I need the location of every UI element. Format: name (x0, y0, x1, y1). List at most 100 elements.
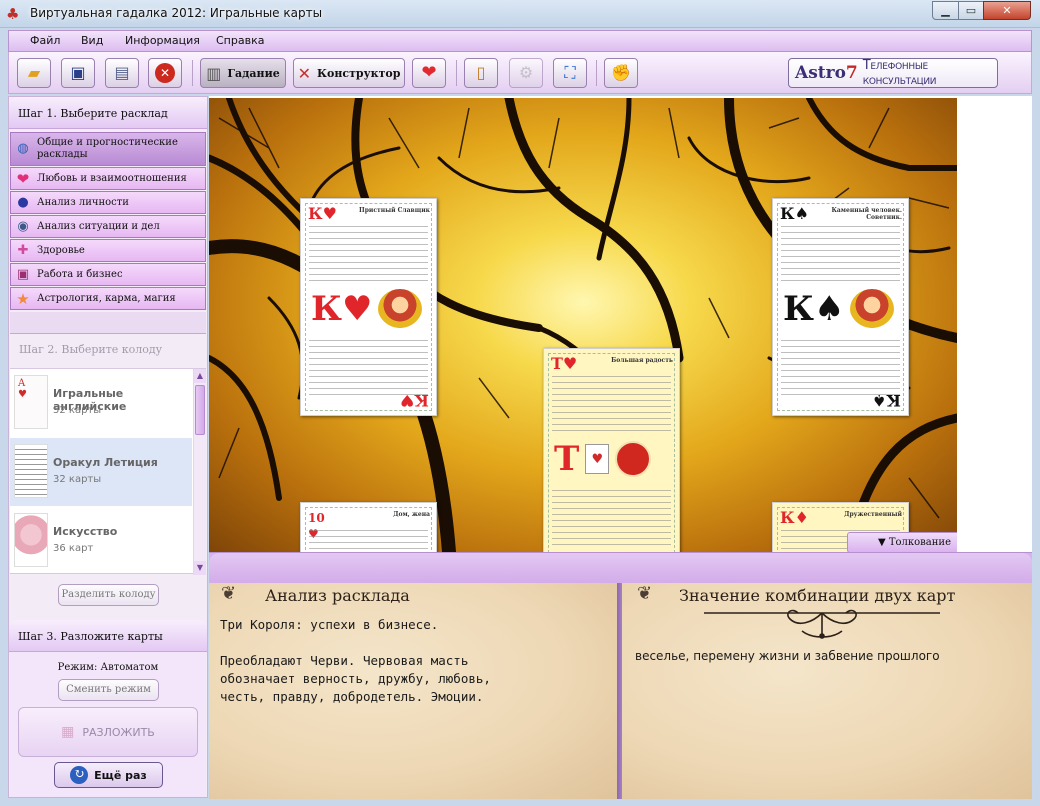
toolbar-separator (596, 60, 597, 86)
thumbs-up-icon: ✊ (611, 63, 631, 82)
layout-category-health[interactable]: ✚ Здоровье (10, 239, 206, 262)
left-panel: Шаг 1. Выберите расклад ◍ Общие и прогно… (8, 96, 208, 798)
layout-category-label: Астрология, карма, магия (37, 292, 176, 304)
toolbar: ▰ ▣ ▤ ✕ ▥ Гадание ✕ Конструктор ❤ ▯ ⚙ ⛶ … (8, 52, 1032, 94)
change-mode-button[interactable]: Сменить режим (58, 679, 159, 701)
book-icon: ▯ (476, 63, 486, 82)
menu-view[interactable]: Вид (81, 34, 103, 47)
star-icon: ★ (16, 289, 30, 308)
folder-icon: ▰ (27, 63, 41, 82)
card-text-lines (309, 335, 428, 395)
astro-brand-text: Astro (795, 63, 846, 83)
deck-name: Оракул Летиция (53, 456, 158, 469)
layout-category-label: Анализ ситуации и дел (37, 220, 160, 232)
astro-brand-number: 7 (845, 63, 858, 83)
card-title: Каменный человек. Советник. (831, 207, 902, 221)
constructor-label: Конструктор (316, 66, 401, 80)
card-suit: ♥ (400, 391, 415, 410)
interpretation-header-strip (209, 553, 1032, 583)
settings-button[interactable]: ⚙ (509, 58, 543, 88)
layout-category-general[interactable]: ◍ Общие и прогностические расклады (10, 132, 206, 166)
interpretation-toggle[interactable]: ▼ Толкование (847, 532, 957, 552)
layout-category-love[interactable]: ❤ Любовь и взаимоотношения (10, 167, 206, 190)
globe-icon: ◍ (17, 141, 29, 156)
card-title: Дом, жена (393, 511, 430, 518)
open-button[interactable]: ▰ (17, 58, 51, 88)
toolbar-separator (192, 60, 193, 86)
scroll-up-arrow-icon[interactable]: ▲ (194, 369, 206, 383)
like-button[interactable]: ✊ (604, 58, 638, 88)
king-portrait-icon (850, 289, 895, 329)
card-ace-of-hearts[interactable]: Т♥ Большая радость Т ♥ (543, 348, 680, 552)
menu-bar: Файл Вид Информация Справка (8, 30, 1032, 52)
card-suit-large: ♠ (813, 289, 845, 329)
toolbar-separator (456, 60, 457, 86)
tools-icon: ✕ (297, 63, 311, 83)
deck-count: 52 карты (53, 405, 102, 416)
constructor-button[interactable]: ✕ Конструктор (293, 58, 405, 88)
maximize-button[interactable]: ▭ (958, 1, 984, 20)
menu-file[interactable]: Файл (30, 34, 60, 47)
menu-info[interactable]: Информация (125, 34, 200, 47)
deck-item-english[interactable]: A ♥ Игральные английские 52 карты (10, 369, 192, 437)
step1-header: Шаг 1. Выберите расклад (9, 97, 207, 129)
card-rank-large: К (311, 289, 342, 329)
deck-count: 32 карты (53, 474, 102, 485)
card-text-lines (309, 221, 428, 281)
minimize-button[interactable]: ▁ (932, 1, 959, 20)
fullscreen-button[interactable]: ⛶ (553, 58, 587, 88)
deck-item-art[interactable]: Искусство 36 карт (10, 507, 192, 575)
layout-category-business[interactable]: ▣ Работа и бизнес (10, 263, 206, 286)
person-icon: ● (17, 194, 29, 210)
card-rank: К (886, 391, 901, 410)
planet-icon: ◉ (17, 218, 29, 234)
deal-cards-button[interactable]: ▦ РАЗЛОЖИТЬ (18, 707, 198, 757)
scroll-thumb[interactable] (195, 385, 205, 435)
king-portrait-icon (378, 289, 423, 329)
favorites-button[interactable]: ❤ (412, 58, 446, 88)
mode-label: Режим: Автоматом (57, 662, 159, 673)
card-suit: ♠ (872, 391, 887, 410)
card-big-rank: Т (554, 439, 580, 479)
scroll-down-arrow-icon[interactable]: ▼ (194, 561, 206, 575)
layout-category-label: Анализ личности (37, 196, 129, 208)
scroll-ornament-icon (704, 609, 940, 639)
deal-cards-label: РАЗЛОЖИТЬ (82, 725, 155, 739)
astro7-banner[interactable]: Astro7 Телефонные консультации (788, 58, 998, 88)
layout-category-label: Любовь и взаимоотношения (37, 172, 187, 184)
cancel-button[interactable]: ✕ (148, 58, 182, 88)
card-king-of-spades[interactable]: К♠ Каменный человек. Советник. К♠ К♠ (772, 198, 909, 416)
split-deck-button[interactable]: Разделить колоду (58, 584, 159, 606)
fortune-mode-label: Гадание (227, 66, 280, 80)
card-big-rank: К♥ (311, 291, 372, 327)
card-center: Т ♥ (554, 439, 669, 479)
floppy-disk-icon: ▣ (70, 63, 86, 82)
layout-category-astrology[interactable]: ★ Астрология, карма, магия (10, 287, 206, 310)
step3-header: Шаг 3. Разложите карты (9, 620, 207, 652)
layout-category-personality[interactable]: ● Анализ личности (10, 191, 206, 214)
card-text-lines (781, 335, 900, 395)
deck-item-letitia[interactable]: Оракул Летиция 32 карты (10, 438, 192, 506)
card-text-lines (309, 525, 428, 552)
deck-scrollbar[interactable]: ▲ ▼ (193, 369, 206, 575)
card-ten-of-hearts[interactable]: 10♥ Дом, жена (300, 502, 437, 552)
layout-category-situation[interactable]: ◉ Анализ ситуации и дел (10, 215, 206, 238)
briefcase-icon: ▣ (16, 266, 30, 282)
layout-category-label: Работа и бизнес (37, 268, 123, 280)
fortune-mode-button[interactable]: ▥ Гадание (200, 58, 286, 88)
menu-help[interactable]: Справка (216, 34, 264, 47)
analysis-pane: ❦ Анализ расклада Три Короля: успехи в б… (209, 583, 617, 799)
deck-list: A ♥ Игральные английские 52 карты Оракул … (10, 368, 206, 575)
print-button[interactable]: ▤ (105, 58, 139, 88)
card-title: Дружественный (844, 511, 902, 518)
card-king-of-hearts[interactable]: К♥ Пристный Славщик К♥ К♥ (300, 198, 437, 416)
again-button[interactable]: ↻ Ещё раз (54, 762, 163, 788)
astro7-tagline: Телефонные консультации (862, 58, 937, 88)
card-rank: К (414, 391, 429, 410)
close-window-button[interactable]: ✕ (983, 1, 1031, 20)
save-button[interactable]: ▣ (61, 58, 95, 88)
ace-of-hearts-icon: A ♥ (18, 378, 27, 400)
book-button[interactable]: ▯ (464, 58, 498, 88)
step2-header: Шаг 2. Выберите колоду (19, 343, 163, 356)
flourish-ornament-icon: ❦ (221, 583, 237, 604)
